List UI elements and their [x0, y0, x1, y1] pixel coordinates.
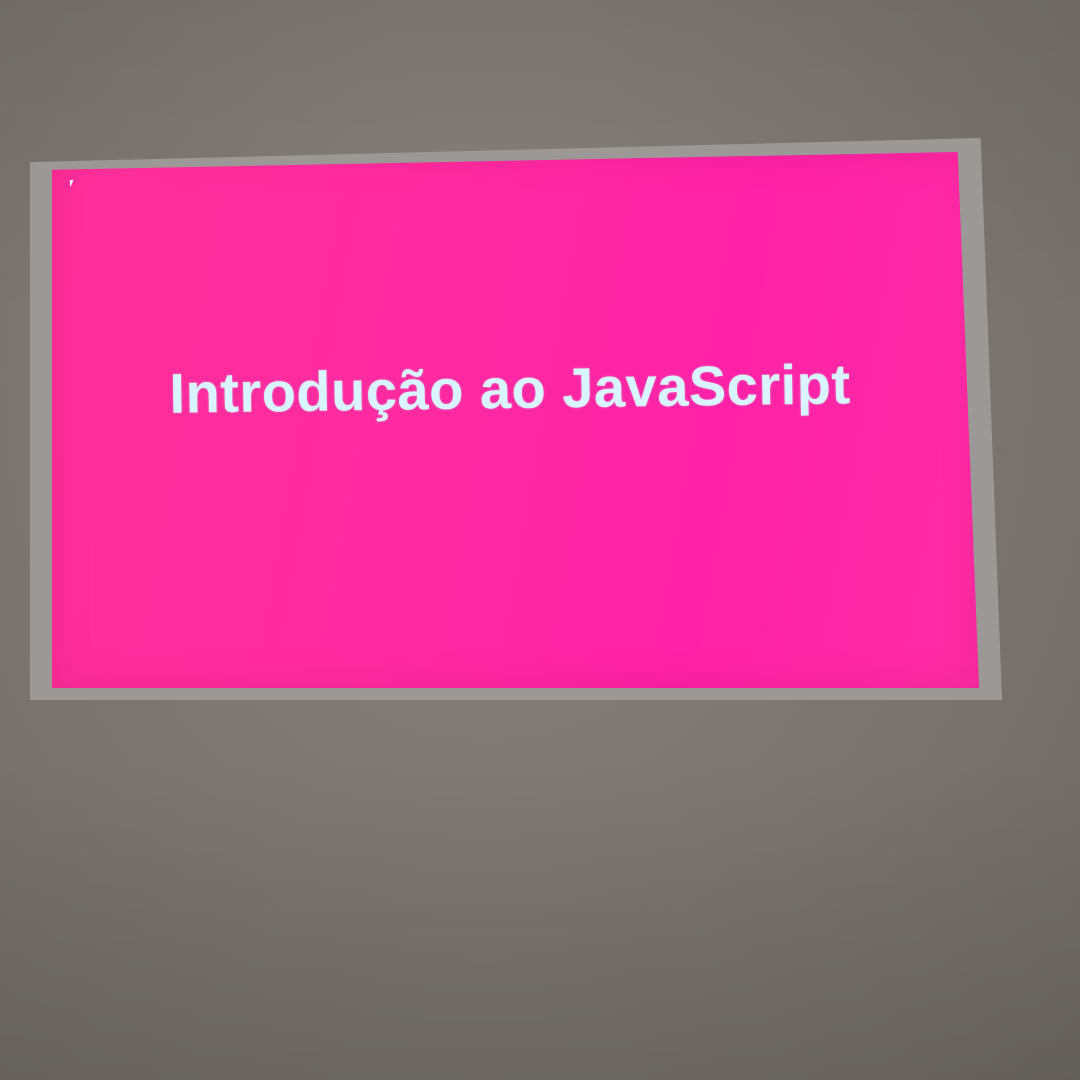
slide-title: Introdução ao JavaScript	[169, 352, 851, 425]
photo-scene: { "slide": { "title": "Introdução ao Jav…	[0, 0, 1080, 1080]
mouse-pointer-icon	[69, 179, 75, 188]
